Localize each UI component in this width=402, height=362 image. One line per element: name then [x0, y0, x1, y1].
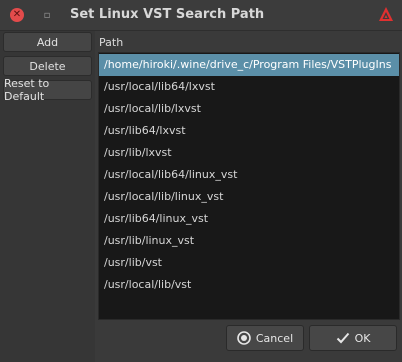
ok-button[interactable]: OK	[309, 325, 397, 351]
window-title: Set Linux VST Search Path	[70, 7, 265, 22]
ok-label: OK	[354, 331, 371, 345]
path-list[interactable]: /home/hiroki/.wine/drive_c/Program Files…	[98, 52, 400, 320]
path-list-item[interactable]: /usr/lib64/lxvst	[99, 120, 399, 142]
cancel-icon	[237, 331, 251, 345]
cancel-button[interactable]: Cancel	[226, 325, 304, 351]
add-button[interactable]: Add	[3, 32, 92, 52]
path-list-item[interactable]: /usr/local/lib/lxvst	[99, 98, 399, 120]
checkmark-icon	[336, 332, 350, 344]
path-column-header: Path	[99, 36, 124, 49]
minimize-icon[interactable]: ▫	[41, 9, 53, 21]
path-list-item[interactable]: /home/hiroki/.wine/drive_c/Program Files…	[99, 54, 399, 76]
path-list-item[interactable]: /usr/local/lib/linux_vst	[99, 186, 399, 208]
path-list-item[interactable]: /usr/lib64/linux_vst	[99, 208, 399, 230]
delete-button[interactable]: Delete	[3, 56, 92, 76]
path-list-item[interactable]: /usr/lib/vst	[99, 252, 399, 274]
path-list-item[interactable]: /usr/lib/lxvst	[99, 142, 399, 164]
cancel-label: Cancel	[255, 331, 294, 345]
path-list-item[interactable]: /usr/lib/linux_vst	[99, 230, 399, 252]
title-bar: ✕ ▫ Set Linux VST Search Path	[0, 0, 402, 31]
close-icon[interactable]: ✕	[10, 8, 24, 22]
sidebar: Add Delete Reset to Default	[0, 31, 95, 362]
ardour-logo	[379, 7, 393, 21]
path-list-item[interactable]: /usr/local/lib/vst	[99, 274, 399, 296]
path-list-item[interactable]: /usr/local/lib64/linux_vst	[99, 164, 399, 186]
path-list-item[interactable]: /usr/local/lib64/lxvst	[99, 76, 399, 98]
reset-to-default-button[interactable]: Reset to Default	[3, 77, 92, 103]
